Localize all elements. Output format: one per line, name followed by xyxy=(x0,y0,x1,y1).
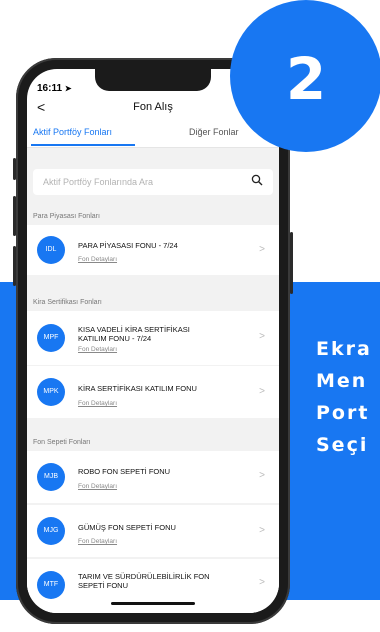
fund-name: KISA VADELİ KİRA SERTİFİKASI KATILIM FON… xyxy=(78,325,190,343)
tab-other-funds[interactable]: Diğer Fonlar xyxy=(189,127,239,137)
side-caption-line-2: Men xyxy=(316,370,368,392)
fund-name: ROBO FON SEPETİ FONU xyxy=(78,467,171,476)
fund-details-link[interactable]: Fon Detayları xyxy=(78,346,117,353)
phone-power-button xyxy=(290,232,293,294)
search-icon[interactable] xyxy=(251,174,263,186)
fund-name: GÜMÜŞ FON SEPETİ FONU xyxy=(78,523,176,532)
chevron-right-icon: > xyxy=(259,386,265,397)
fund-card[interactable]: MPF KISA VADELİ KİRA SERTİFİKASI KATILIM… xyxy=(27,311,279,365)
fund-name: KİRA SERTİFİKASI KATILIM FONU xyxy=(78,384,197,393)
fund-name: TARIM VE SÜRDÜRÜLEBİLİRLİK FON SEPETİ FO… xyxy=(78,572,210,590)
chevron-right-icon: > xyxy=(259,331,265,342)
phone-screen: 16:11 ➤ < Fon Alış Aktif Portföy Fonları… xyxy=(27,69,279,613)
side-caption-line-1: Ekra xyxy=(316,338,372,360)
fund-card[interactable]: MJG GÜMÜŞ FON SEPETİ FONU Fon Detayları … xyxy=(27,505,279,557)
fund-details-link[interactable]: Fon Detayları xyxy=(78,256,117,263)
step-number: 2 xyxy=(285,45,327,113)
fund-code-badge: MJB xyxy=(37,463,65,491)
side-caption-line-4: Seçi xyxy=(316,434,369,456)
search-bar[interactable]: Aktif Portföy Fonlarında Ara xyxy=(33,169,273,195)
fund-code-badge: MPF xyxy=(37,324,65,352)
search-input[interactable]: Aktif Portföy Fonlarında Ara xyxy=(43,177,153,187)
fund-name: PARA PİYASASI FONU - 7/24 xyxy=(78,241,178,250)
tab-active-funds[interactable]: Aktif Portföy Fonları xyxy=(33,127,112,137)
chevron-right-icon: > xyxy=(259,525,265,536)
fund-card[interactable]: IDL PARA PİYASASI FONU - 7/24 Fon Detayl… xyxy=(27,225,279,275)
fund-details-link[interactable]: Fon Detayları xyxy=(78,483,117,490)
phone-volume-down-button xyxy=(13,246,16,286)
side-caption-line-3: Port xyxy=(316,402,370,424)
fund-details-link[interactable]: Fon Detayları xyxy=(78,400,117,407)
side-caption: Ekra Men Port Seçi xyxy=(316,333,372,461)
chevron-right-icon: > xyxy=(259,470,265,481)
fund-card[interactable]: MPK KİRA SERTİFİKASI KATILIM FONU Fon De… xyxy=(27,366,279,418)
phone-volume-up-button xyxy=(13,196,16,236)
status-bar: 16:11 ➤ xyxy=(37,83,72,94)
tab-bar: Aktif Portföy Fonları Diğer Fonlar xyxy=(27,127,279,148)
section-title: Para Piyasası Fonları xyxy=(33,213,100,220)
chevron-right-icon: > xyxy=(259,244,265,255)
fund-code-badge: MTF xyxy=(37,571,65,599)
fund-card[interactable]: MJB ROBO FON SEPETİ FONU Fon Detayları > xyxy=(27,451,279,503)
phone-notch xyxy=(95,69,211,91)
location-arrow-icon: ➤ xyxy=(64,84,72,93)
chevron-right-icon: > xyxy=(259,577,265,588)
tab-active-underline xyxy=(31,144,135,146)
fund-details-link[interactable]: Fon Detayları xyxy=(78,538,117,545)
fund-code-badge: MJG xyxy=(37,517,65,545)
home-indicator xyxy=(111,602,195,605)
status-time: 16:11 xyxy=(37,83,63,94)
phone-side-button xyxy=(13,158,16,180)
section-title: Fon Sepeti Fonları xyxy=(33,439,91,446)
fund-code-badge: IDL xyxy=(37,236,65,264)
section-title: Kira Sertifikası Fonları xyxy=(33,299,102,306)
fund-code-badge: MPK xyxy=(37,378,65,406)
